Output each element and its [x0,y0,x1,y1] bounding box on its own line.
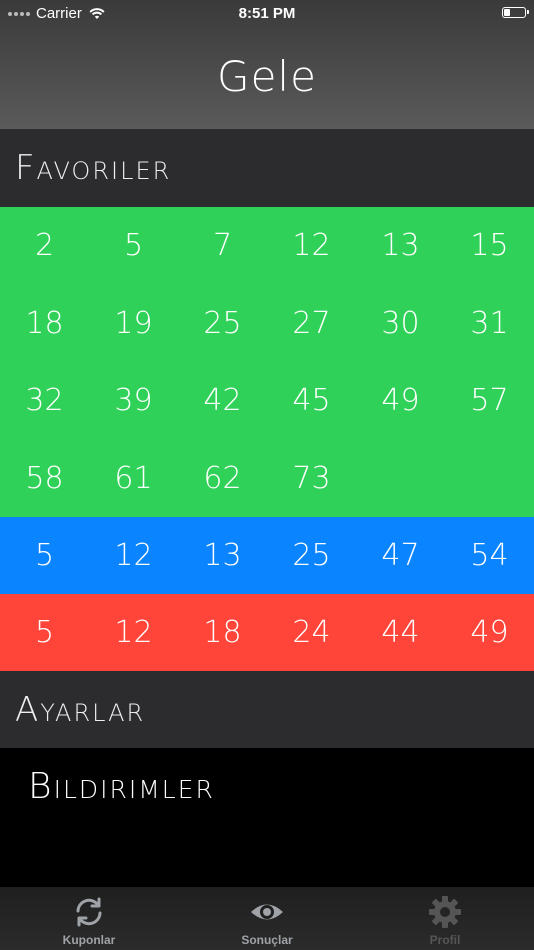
number-cell: 2 [34,228,55,264]
number-cell: 73 [292,460,331,496]
number-cell: 39 [114,383,153,419]
tab-sonuclar-label: Sonuçlar [241,933,293,947]
number-cell: 15 [470,228,509,264]
tab-profil-label: Profil [429,933,461,947]
tab-sonuclar[interactable]: Sonuçlar [178,887,356,950]
number-cell: 54 [470,538,509,574]
number-row: 5 12 13 25 47 54 [0,517,534,595]
status-time: 8:51 PM [238,5,296,22]
number-row: 32 39 42 45 49 57 [0,362,534,440]
number-row: 18 19 25 27 30 31 [0,285,534,363]
tab-kuponlar[interactable]: Kuponlar [0,887,178,950]
number-cell: 13 [203,538,242,574]
number-cell: 44 [381,615,420,651]
number-cell [356,440,445,518]
number-cell: 49 [381,383,420,419]
number-cell: 61 [114,460,153,496]
number-cell: 31 [470,305,509,341]
favorites-section-header: Favoriler [0,129,534,207]
notifications-label: Bildirimler [28,766,215,807]
gear-icon [429,896,461,928]
number-cell: 12 [292,228,331,264]
tab-bar: Kuponlar Sonuçlar Profil [0,887,534,950]
settings-title: Ayarlar [15,689,146,730]
number-row: 5 12 18 24 44 49 [0,594,534,672]
refresh-icon [76,897,102,927]
number-cell: 58 [25,460,64,496]
number-cell: 47 [381,538,420,574]
number-cell: 7 [212,228,233,264]
eye-icon [251,904,283,920]
settings-section-header: Ayarlar [0,671,534,748]
number-cell: 18 [25,305,64,341]
number-cell: 57 [470,383,509,419]
number-cell: 30 [381,305,420,341]
number-cell: 12 [114,615,153,651]
status-bar: Carrier 8:51 PM [0,0,534,28]
tab-profil[interactable]: Profil [356,887,534,950]
number-cell: 24 [292,615,331,651]
number-cell: 27 [292,305,331,341]
number-cell: 5 [34,538,55,574]
number-cell: 25 [203,305,242,341]
favorites-title: Favoriler [15,148,172,188]
number-row: 58 61 62 73 [0,440,534,518]
number-cell: 12 [114,538,153,574]
number-cell: 49 [470,615,509,651]
number-cell: 18 [203,615,242,651]
notifications-row[interactable]: Bildirimler [0,748,534,887]
number-cell: 25 [292,538,331,574]
number-cell: 19 [114,305,153,341]
number-cell: 13 [381,228,420,264]
battery-icon [502,7,529,18]
favorites-blue-row[interactable]: 5 12 13 25 47 54 [0,517,534,595]
number-row: 2 5 7 12 13 15 [0,207,534,285]
number-cell: 42 [203,383,242,419]
top-header: Carrier 8:51 PM Gele [0,0,534,129]
tab-kuponlar-label: Kuponlar [62,933,116,947]
app-title: Gele [217,52,317,101]
number-cell: 62 [203,460,242,496]
number-cell: 5 [34,615,55,651]
number-cell: 5 [123,228,144,264]
favorites-green-block: 2 5 7 12 13 15 18 19 25 27 30 31 32 39 42 45 49 57 58 61 62 7… [0,207,534,517]
number-cell: 32 [25,383,64,419]
number-cell [445,440,534,518]
favorites-red-row[interactable]: 5 12 18 24 44 49 [0,594,534,672]
number-cell: 45 [292,383,331,419]
